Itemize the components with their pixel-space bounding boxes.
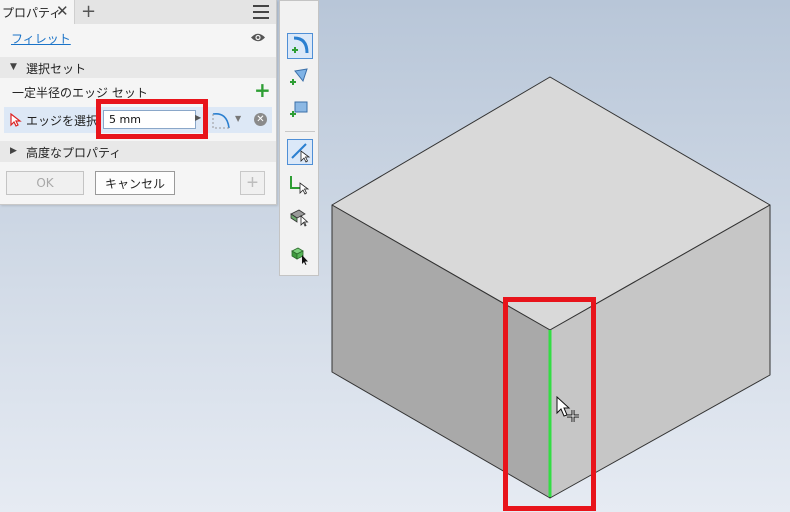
cancel-button[interactable]: キャンセル bbox=[95, 171, 175, 195]
select-body-icon[interactable] bbox=[287, 242, 313, 268]
select-loop-icon[interactable] bbox=[287, 172, 313, 198]
section-advanced-properties[interactable]: ▶ 高度なプロパティ bbox=[0, 141, 276, 162]
command-name-link[interactable]: フィレット bbox=[11, 30, 71, 47]
property-panel: プロパティ ✕ + フィレット ▼ 選択セット 一定半径のエッジ セット + エ… bbox=[0, 0, 277, 205]
expand-arrow-icon: ▶ bbox=[10, 146, 17, 156]
fillet-profile-icon[interactable] bbox=[211, 110, 233, 130]
input-arrow-icon[interactable]: ▶ bbox=[195, 113, 201, 122]
edge-select-label: エッジを選択 bbox=[26, 114, 99, 128]
collapse-arrow-icon: ▼ bbox=[10, 62, 17, 72]
selection-toolbar bbox=[279, 0, 319, 276]
fillet-full-round-icon[interactable] bbox=[287, 97, 313, 123]
toolbar-separator bbox=[285, 131, 315, 132]
hamburger-menu-icon[interactable] bbox=[253, 5, 269, 19]
close-icon[interactable]: ✕ bbox=[56, 2, 69, 20]
radius-input[interactable] bbox=[103, 110, 196, 129]
add-tab-button[interactable]: + bbox=[81, 1, 96, 22]
ok-button[interactable]: OK bbox=[6, 171, 84, 195]
tab-label: プロパティ bbox=[2, 6, 62, 20]
edge-selection-row[interactable]: エッジを選択 ▶ ▼ ✕ bbox=[4, 107, 272, 133]
select-cursor-icon[interactable] bbox=[10, 113, 22, 127]
constant-radius-set-label: 一定半径のエッジ セット bbox=[12, 86, 148, 100]
add-set-button[interactable]: + bbox=[254, 80, 271, 100]
select-edge-icon[interactable] bbox=[287, 139, 313, 165]
fillet-face-icon[interactable] bbox=[287, 65, 313, 91]
section-select-set[interactable]: ▼ 選択セット bbox=[0, 57, 276, 78]
section-advanced-label: 高度なプロパティ bbox=[26, 146, 122, 160]
tab-properties[interactable]: プロパティ ✕ bbox=[0, 0, 75, 24]
apply-button[interactable]: + bbox=[240, 171, 265, 195]
fillet-edge-icon[interactable] bbox=[287, 33, 313, 59]
panel-tab-bar: プロパティ ✕ + bbox=[0, 0, 276, 24]
eye-icon[interactable] bbox=[250, 32, 266, 43]
chevron-down-icon[interactable]: ▼ bbox=[235, 114, 241, 123]
select-feature-icon[interactable] bbox=[287, 204, 313, 230]
clear-icon[interactable]: ✕ bbox=[254, 113, 267, 126]
section-select-set-label: 選択セット bbox=[26, 62, 87, 76]
